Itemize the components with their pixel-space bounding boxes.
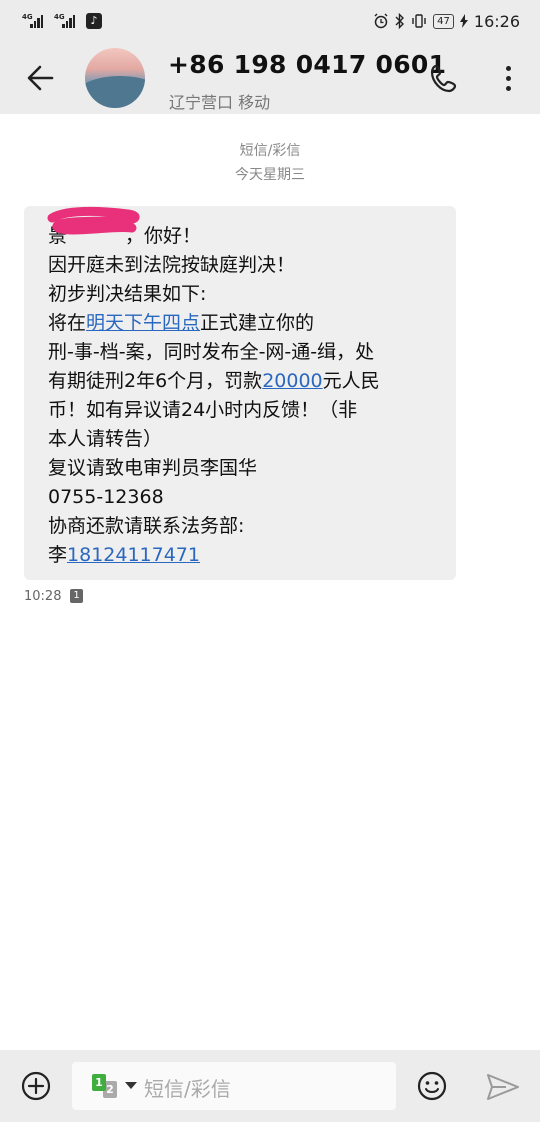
status-bar: 4G 4G ♪ 47 16:26 bbox=[0, 0, 540, 40]
sim-selector[interactable]: 2 1 bbox=[92, 1074, 122, 1098]
send-icon[interactable] bbox=[486, 1072, 520, 1102]
message-text: 景 ，你好！ 因开庭未到法院按缺庭判决！ 初步判决结果如下: 将在明天下午四点正式… bbox=[48, 222, 448, 570]
greeting-text: ，你好！ bbox=[125, 225, 202, 247]
message-line: 复议请致电审判员李国华 bbox=[48, 457, 258, 479]
more-vertical-icon[interactable] bbox=[498, 62, 518, 96]
message-input[interactable]: 2 1 短信/彩信 bbox=[72, 1062, 396, 1110]
phone-icon[interactable] bbox=[427, 62, 461, 96]
message-line: 刑-事-档-案，同时发布全-网-通-缉，处 bbox=[48, 341, 375, 363]
signal-icon: 4G bbox=[54, 13, 80, 29]
bluetooth-icon bbox=[395, 13, 405, 29]
greeting-name: 景 bbox=[48, 225, 68, 247]
contact-number[interactable]: +86 198 0417 0601 bbox=[168, 50, 446, 79]
status-left: 4G 4G ♪ bbox=[22, 12, 102, 30]
battery-icon: 47 bbox=[433, 13, 454, 29]
contact-location: 辽宁营口 移动 bbox=[169, 93, 271, 112]
message-line: 因开庭未到法院按缺庭判决！ bbox=[48, 254, 296, 276]
message-time: 10:28 bbox=[24, 589, 62, 604]
input-placeholder: 短信/彩信 bbox=[144, 1077, 231, 1101]
sim1-icon: 1 bbox=[92, 1074, 106, 1091]
alarm-icon bbox=[374, 13, 388, 29]
status-right: 47 16:26 bbox=[373, 10, 520, 32]
amount-link[interactable]: 20000 bbox=[262, 370, 322, 392]
status-time: 16:26 bbox=[473, 11, 520, 31]
message-line: 正式建立你的 bbox=[200, 312, 315, 334]
message-line: 本人请转告） bbox=[48, 428, 163, 450]
time-link[interactable]: 明天下午四点 bbox=[86, 312, 200, 334]
message-line: 李 bbox=[48, 544, 68, 566]
back-arrow-icon[interactable] bbox=[22, 60, 58, 96]
message-line: 协商还款请联系法务部: bbox=[48, 515, 245, 537]
message-type-label: 短信/彩信 bbox=[239, 143, 301, 159]
message-line: 币！如有异议请24小时内反馈！（非 bbox=[48, 399, 358, 421]
sim-card-icon: 1 bbox=[70, 589, 83, 603]
message-line: 将在 bbox=[48, 312, 87, 334]
chevron-down-icon[interactable] bbox=[125, 1082, 137, 1089]
conversation-header: +86 198 0417 0601 辽宁营口 移动 bbox=[0, 40, 540, 114]
message-line: 0755-12368 bbox=[48, 486, 164, 508]
date-separator: 今天星期三 bbox=[235, 167, 305, 183]
tiktok-icon: ♪ bbox=[86, 13, 102, 29]
message-line: 有期徒刑2年6个月，罚款 bbox=[48, 370, 263, 392]
add-attachment-icon[interactable] bbox=[20, 1070, 52, 1102]
avatar[interactable] bbox=[85, 48, 145, 108]
emoji-icon[interactable] bbox=[416, 1070, 448, 1102]
vibrate-icon bbox=[412, 14, 426, 28]
charging-icon bbox=[459, 14, 468, 28]
message-line: 初步判决结果如下: bbox=[48, 283, 207, 305]
message-line: 元人民 bbox=[322, 370, 380, 392]
composer-bar: 2 1 短信/彩信 bbox=[0, 1050, 540, 1122]
phone-number-link[interactable]: 18124117471 bbox=[67, 544, 200, 566]
signal-icon: 4G bbox=[22, 13, 48, 29]
